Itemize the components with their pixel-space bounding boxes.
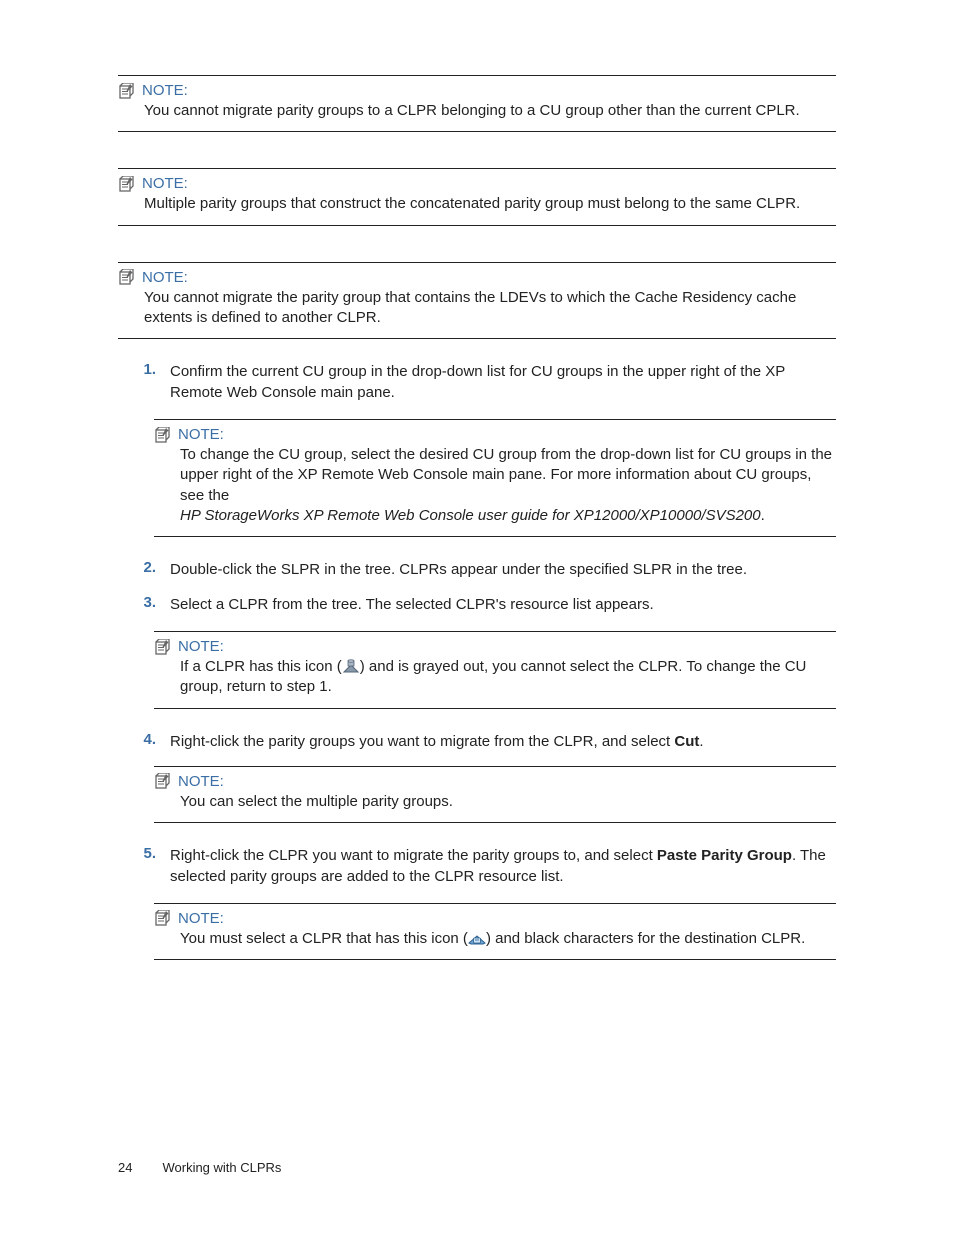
note-block: NOTE: You cannot migrate parity groups t… — [118, 75, 836, 132]
note-body: You can select the multiple parity group… — [180, 792, 836, 812]
list-text: Select a CLPR from the tree. The selecte… — [170, 594, 836, 615]
list-number: 1. — [134, 361, 156, 403]
note-text-post: ) and black characters for the destinati… — [486, 930, 805, 947]
document-page: NOTE: You cannot migrate parity groups t… — [0, 0, 954, 1235]
rule — [118, 75, 836, 76]
list-item: 4. Right-click the parity groups you wan… — [134, 731, 836, 752]
note-body: You cannot migrate the parity group that… — [144, 288, 836, 329]
rule — [154, 536, 836, 537]
list-number: 5. — [134, 845, 156, 887]
note-body: If a CLPR has this icon () and is grayed… — [180, 657, 836, 698]
list-text: Confirm the current CU group in the drop… — [170, 361, 836, 403]
page-footer: 24 Working with CLPRs — [118, 1160, 281, 1175]
note-text: To change the CU group, select the desir… — [180, 446, 832, 504]
rule — [154, 631, 836, 632]
rule — [154, 903, 836, 904]
list-item: 3. Select a CLPR from the tree. The sele… — [134, 594, 836, 615]
rule — [118, 225, 836, 226]
note-icon — [154, 639, 170, 655]
note-label: NOTE: — [178, 426, 224, 443]
list-number: 4. — [134, 731, 156, 752]
rule — [118, 131, 836, 132]
rule — [154, 766, 836, 767]
note-icon — [118, 269, 134, 285]
clpr-blue-icon — [468, 931, 486, 945]
list-number: 2. — [134, 559, 156, 580]
note-block: NOTE: You cannot migrate the parity grou… — [118, 262, 836, 340]
rule — [154, 822, 836, 823]
list-number: 3. — [134, 594, 156, 615]
note-body: You must select a CLPR that has this ico… — [180, 929, 836, 949]
note-icon — [154, 910, 170, 926]
note-citation: HP StorageWorks XP Remote Web Console us… — [180, 507, 761, 524]
text-post: . — [699, 733, 703, 750]
rule — [118, 338, 836, 339]
list-text: Right-click the CLPR you want to migrate… — [170, 845, 836, 887]
list-item: 2. Double-click the SLPR in the tree. CL… — [134, 559, 836, 580]
note-icon — [154, 427, 170, 443]
note-body: You cannot migrate parity groups to a CL… — [144, 101, 836, 121]
list-text: Double-click the SLPR in the tree. CLPRs… — [170, 559, 836, 580]
note-body: Multiple parity groups that construct th… — [144, 194, 836, 214]
list-item: 5. Right-click the CLPR you want to migr… — [134, 845, 836, 887]
note-body: To change the CU group, select the desir… — [180, 445, 836, 526]
note-label: NOTE: — [178, 910, 224, 927]
page-number: 24 — [118, 1160, 132, 1175]
note-icon — [154, 773, 170, 789]
period: . — [761, 507, 765, 524]
rule — [154, 419, 836, 420]
text-pre: Right-click the CLPR you want to migrate… — [170, 847, 657, 864]
text-pre: Right-click the parity groups you want t… — [170, 733, 674, 750]
rule — [154, 959, 836, 960]
note-label: NOTE: — [142, 269, 188, 286]
note-block: NOTE: You can select the multiple parity… — [154, 766, 836, 823]
note-icon — [118, 176, 134, 192]
note-label: NOTE: — [178, 638, 224, 655]
text-bold: Paste Parity Group — [657, 847, 792, 864]
text-bold: Cut — [674, 733, 699, 750]
note-icon — [118, 83, 134, 99]
list-text: Right-click the parity groups you want t… — [170, 731, 836, 752]
rule — [118, 168, 836, 169]
note-block: NOTE: If a CLPR has this icon () and is … — [154, 631, 836, 709]
note-text-pre: If a CLPR has this icon ( — [180, 658, 342, 675]
note-label: NOTE: — [142, 175, 188, 192]
note-block: NOTE: Multiple parity groups that constr… — [118, 168, 836, 225]
section-title: Working with CLPRs — [162, 1160, 281, 1175]
note-text-pre: You must select a CLPR that has this ico… — [180, 930, 468, 947]
note-block: NOTE: You must select a CLPR that has th… — [154, 903, 836, 960]
note-label: NOTE: — [142, 82, 188, 99]
list-item: 1. Confirm the current CU group in the d… — [134, 361, 836, 403]
note-block: NOTE: To change the CU group, select the… — [154, 419, 836, 537]
rule — [154, 708, 836, 709]
clpr-gray-icon — [342, 659, 360, 673]
rule — [118, 262, 836, 263]
note-label: NOTE: — [178, 773, 224, 790]
